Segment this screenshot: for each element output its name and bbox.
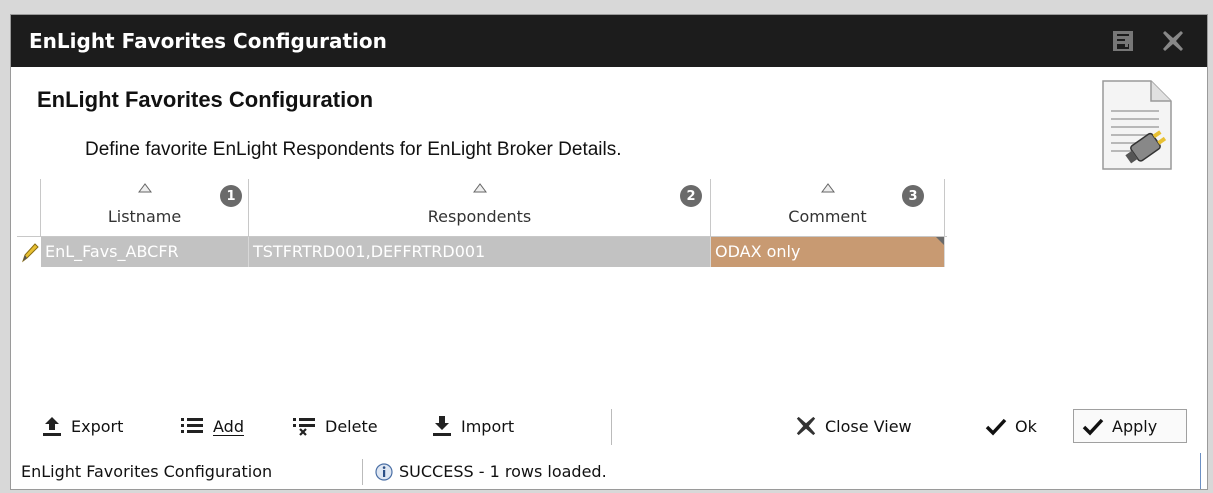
- status-message: SUCCESS - 1 rows loaded.: [399, 462, 607, 481]
- status-view-name: EnLight Favorites Configuration: [21, 462, 273, 481]
- apply-button[interactable]: Apply: [1073, 409, 1187, 443]
- config-window: EnLight Favorites Configuration EnLight …: [10, 14, 1208, 490]
- add-button[interactable]: Add: [179, 409, 244, 443]
- checkmark-icon: [985, 418, 1007, 436]
- cell-listname[interactable]: EnL_Favs_ABCFR: [41, 237, 249, 267]
- column-order-badge: 3: [902, 185, 924, 207]
- cell-comment[interactable]: ODAX only: [711, 237, 945, 267]
- row-edit-indicator: [17, 237, 41, 267]
- page-title: EnLight Favorites Configuration: [37, 87, 374, 112]
- cell-marker: [936, 237, 944, 245]
- close-view-label: Close View: [825, 416, 912, 436]
- save-layout-icon[interactable]: [1111, 29, 1135, 53]
- export-icon: [43, 417, 61, 436]
- sort-asc-icon: [820, 183, 835, 193]
- column-header-comment[interactable]: Comment 3: [711, 179, 945, 236]
- window-titlebar: EnLight Favorites Configuration: [11, 15, 1207, 67]
- column-order-badge: 1: [220, 185, 242, 207]
- status-bar: EnLight Favorites Configuration SUCCESS …: [11, 455, 1207, 489]
- window-title: EnLight Favorites Configuration: [29, 29, 387, 53]
- column-label: Respondents: [427, 207, 532, 226]
- import-button[interactable]: Import: [431, 409, 514, 443]
- ok-label: Ok: [1015, 416, 1037, 436]
- sort-asc-icon: [472, 183, 487, 193]
- column-label: Comment: [788, 207, 867, 226]
- cell-respondents[interactable]: TSTFRTRD001,DEFFRTRD001: [249, 237, 711, 267]
- status-separator: [362, 459, 363, 485]
- info-icon: [375, 462, 393, 481]
- status-message-area: SUCCESS - 1 rows loaded.: [375, 462, 607, 481]
- page-description: Define favorite EnLight Respondents for …: [85, 139, 622, 160]
- document-plug-icon: [1102, 80, 1172, 170]
- import-icon: [433, 416, 451, 436]
- column-order-badge: 2: [680, 185, 702, 207]
- add-label: Add: [213, 416, 244, 436]
- toolbar-separator: [611, 409, 612, 445]
- apply-label: Apply: [1112, 416, 1158, 436]
- export-label: Export: [71, 416, 124, 436]
- cell-comment-text: ODAX only: [715, 242, 801, 261]
- delete-button[interactable]: Delete: [291, 409, 378, 443]
- sort-asc-icon: [137, 183, 152, 193]
- close-window-icon[interactable]: [1161, 29, 1185, 53]
- favorites-grid: Listname 1 Respondents 2 Comment 3 EnL_F…: [17, 179, 947, 267]
- import-label: Import: [461, 416, 515, 436]
- ok-button[interactable]: Ok: [985, 409, 1037, 443]
- export-button[interactable]: Export: [41, 409, 123, 443]
- column-label: Listname: [107, 207, 182, 226]
- close-view-button[interactable]: Close View: [795, 409, 912, 443]
- checkmark-icon: [1082, 418, 1104, 436]
- delete-list-icon: [293, 418, 315, 436]
- action-toolbar: Export Add Delete Import Close View Ok A…: [11, 409, 1207, 445]
- grid-header-row: Listname 1 Respondents 2 Comment 3: [17, 179, 947, 237]
- window-edge-accent: [1200, 453, 1201, 489]
- delete-label: Delete: [325, 416, 378, 436]
- row-indicator-header: [17, 179, 41, 236]
- table-row[interactable]: EnL_Favs_ABCFR TSTFRTRD001,DEFFRTRD001 O…: [17, 237, 947, 267]
- column-header-listname[interactable]: Listname 1: [41, 179, 249, 236]
- column-header-respondents[interactable]: Respondents 2: [249, 179, 711, 236]
- add-list-icon: [181, 418, 203, 433]
- pencil-icon: [22, 243, 39, 263]
- view-header: EnLight Favorites Configuration Define f…: [11, 67, 1207, 179]
- close-view-icon: [796, 416, 816, 436]
